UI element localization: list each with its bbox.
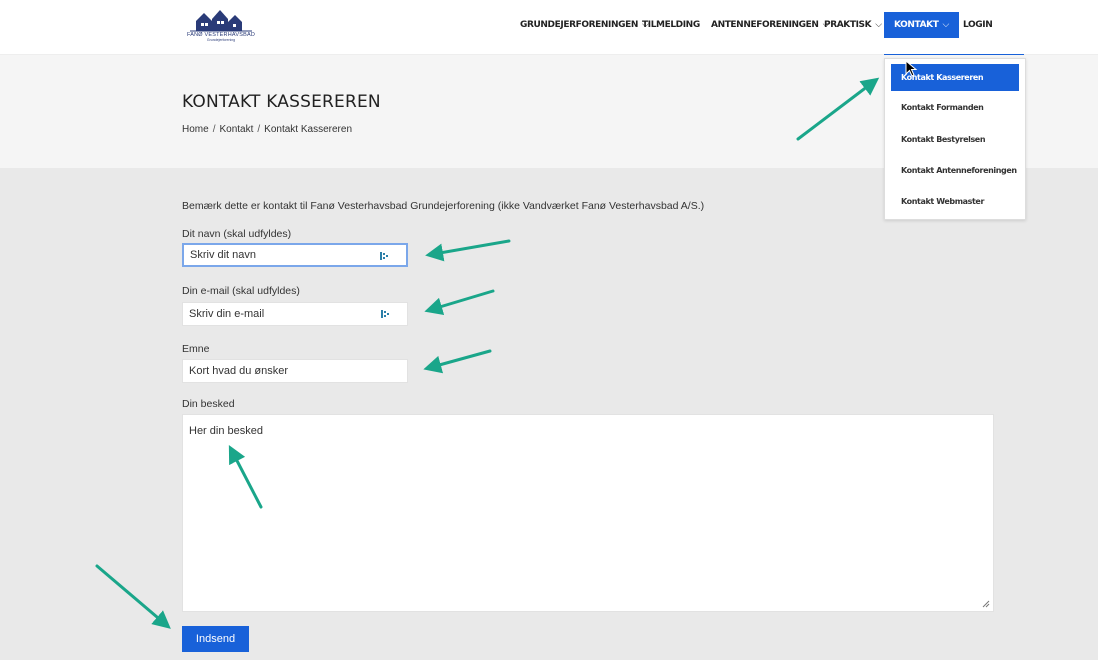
chevron-down-icon: ⌵ bbox=[942, 20, 949, 30]
breadcrumb: Home / Kontakt / Kontakt Kassereren bbox=[182, 124, 352, 135]
dropdown-item-kontakt-bestyrelsen[interactable]: Kontakt Bestyrelsen bbox=[891, 126, 1019, 153]
email-field-value: Skriv din e-mail bbox=[189, 308, 265, 320]
nav-label: GRUNDEJERFORENINGEN bbox=[520, 20, 638, 30]
breadcrumb-separator: / bbox=[212, 124, 216, 135]
autofill-key-icon[interactable] bbox=[381, 309, 389, 319]
message-value: Her din besked bbox=[189, 425, 263, 437]
breadcrumb-home-link[interactable]: Home bbox=[182, 124, 209, 135]
resize-handle-icon[interactable] bbox=[982, 600, 990, 608]
nav-login[interactable]: LOGIN bbox=[963, 12, 993, 38]
nav-kontakt[interactable]: KONTAKT ⌵ bbox=[884, 12, 959, 38]
dropdown-item-kontakt-webmaster[interactable]: Kontakt Webmaster bbox=[891, 188, 1019, 215]
breadcrumb-current: Kontakt Kassereren bbox=[264, 124, 352, 135]
name-field-value: Skriv dit navn bbox=[190, 249, 257, 261]
nav-grundejerforeningen[interactable]: GRUNDEJERFORENINGEN ⌵ bbox=[520, 12, 649, 38]
page-title: KONTAKT KASSEREREN bbox=[182, 92, 381, 112]
site-logo[interactable]: FANØ VESTERHAVSBAD Grundejerforening bbox=[176, 7, 266, 45]
subject-field-value: Kort hvad du ønsker bbox=[189, 365, 289, 377]
nav-tilmelding[interactable]: TILMELDING bbox=[642, 12, 700, 38]
message-label: Din besked bbox=[182, 398, 235, 410]
subject-field[interactable]: Kort hvad du ønsker bbox=[182, 359, 408, 383]
dropdown-item-kontakt-formanden[interactable]: Kontakt Formanden bbox=[891, 94, 1019, 121]
message-textarea[interactable]: Her din besked bbox=[182, 414, 994, 612]
nav-label: LOGIN bbox=[963, 20, 993, 30]
submit-button[interactable]: Indsend bbox=[182, 626, 249, 652]
form-notice: Bemærk dette er kontakt til Fanø Vesterh… bbox=[182, 200, 705, 212]
mouse-cursor-icon bbox=[905, 60, 918, 77]
nav-label: KONTAKT bbox=[894, 20, 939, 30]
houses-logo-icon bbox=[190, 10, 252, 32]
logo-subtext: Grundejerforening bbox=[206, 38, 236, 42]
nav-label: TILMELDING bbox=[642, 20, 700, 30]
nav-label: PRAKTISK bbox=[824, 20, 872, 30]
autofill-key-icon[interactable] bbox=[380, 251, 388, 261]
nav-label: ANTENNEFORENINGEN bbox=[711, 20, 819, 30]
name-label: Dit navn (skal udfyldes) bbox=[182, 228, 292, 240]
chevron-down-icon: ⌵ bbox=[875, 20, 882, 30]
breadcrumb-separator: / bbox=[257, 124, 261, 135]
email-field[interactable]: Skriv din e-mail bbox=[182, 302, 408, 326]
kontakt-dropdown-menu: Kontakt Kassereren Kontakt Formanden Kon… bbox=[884, 58, 1026, 220]
name-field[interactable]: Skriv dit navn bbox=[182, 243, 408, 267]
dropdown-item-kontakt-antenneforeningen[interactable]: Kontakt Antenneforeningen bbox=[891, 157, 1019, 184]
nav-antenneforeningen[interactable]: ANTENNEFORENINGEN ⌵ bbox=[711, 12, 829, 38]
nav-praktisk[interactable]: PRAKTISK ⌵ bbox=[824, 12, 882, 38]
breadcrumb-kontakt-link[interactable]: Kontakt bbox=[219, 124, 253, 135]
subject-label: Emne bbox=[182, 343, 210, 355]
site-header: FANØ VESTERHAVSBAD Grundejerforening GRU… bbox=[0, 0, 1098, 55]
email-label: Din e-mail (skal udfyldes) bbox=[182, 285, 300, 297]
